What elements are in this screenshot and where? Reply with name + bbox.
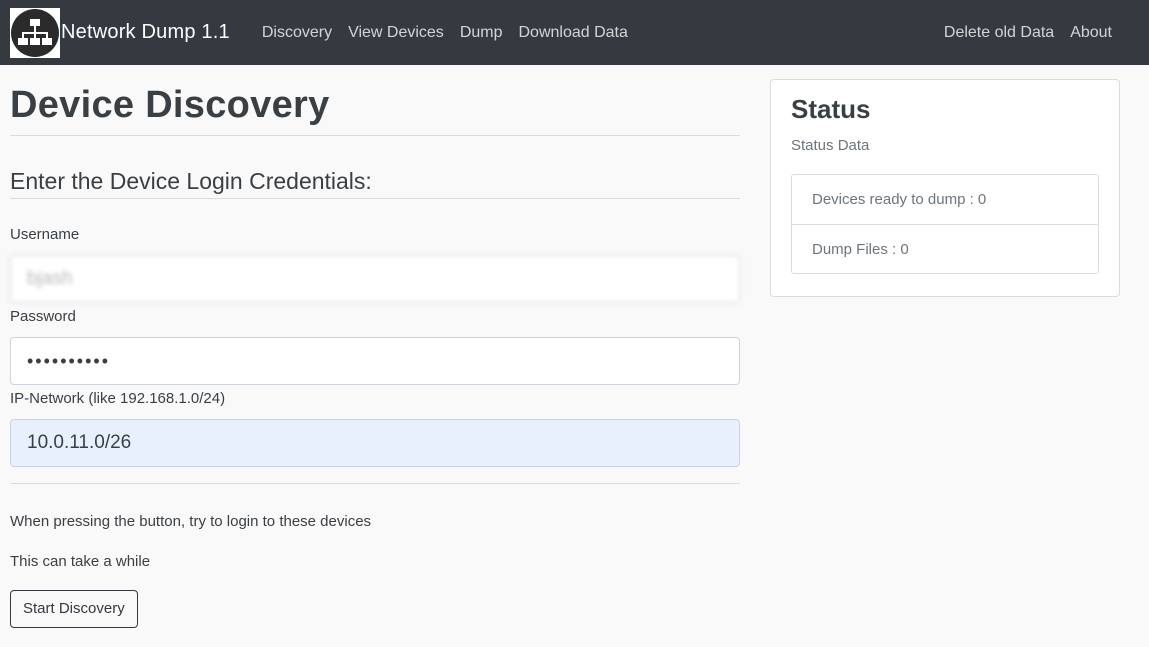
password-label: Password <box>10 308 76 325</box>
form-divider <box>10 483 740 484</box>
start-discovery-button[interactable]: Start Discovery <box>10 590 138 628</box>
status-dump-files: Dump Files : 0 <box>792 224 1098 273</box>
page-title: Device Discovery <box>10 84 330 126</box>
top-navbar: Network Dump 1.1 Discovery View Devices … <box>0 0 1149 65</box>
info-text-duration: This can take a while <box>10 553 151 570</box>
nav-left-links: Discovery View Devices Dump Download Dat… <box>254 24 636 42</box>
nav-link-discovery[interactable]: Discovery <box>254 24 340 42</box>
username-input[interactable] <box>10 255 740 303</box>
nav-right-links: Delete old Data About <box>936 24 1120 42</box>
brand-link[interactable]: Network Dump 1.1 <box>10 0 230 65</box>
section-divider <box>10 198 740 199</box>
status-title: Status <box>791 94 871 124</box>
info-text-login: When pressing the button, try to login t… <box>10 513 372 530</box>
status-subtitle: Status Data <box>791 137 870 154</box>
username-label: Username <box>10 226 80 243</box>
nav-link-delete-old-data[interactable]: Delete old Data <box>936 24 1062 42</box>
status-list: Devices ready to dump : 0 Dump Files : 0 <box>791 174 1099 274</box>
credentials-heading: Enter the Device Login Credentials: <box>10 168 372 194</box>
ip-network-label: IP-Network (like 192.168.1.0/24) <box>10 390 226 407</box>
discovery-form-area: Device Discovery Enter the Device Login … <box>10 65 740 628</box>
nav-link-download-data[interactable]: Download Data <box>511 24 636 42</box>
password-input[interactable] <box>10 337 740 385</box>
title-divider <box>10 135 740 136</box>
network-topology-icon <box>10 7 60 58</box>
brand-name: Network Dump 1.1 <box>61 21 230 43</box>
nav-link-about[interactable]: About <box>1062 24 1120 42</box>
nav-link-view-devices[interactable]: View Devices <box>340 24 452 42</box>
status-devices-ready: Devices ready to dump : 0 <box>812 191 987 208</box>
ip-network-input[interactable] <box>10 419 740 467</box>
status-card: Status Status Data Devices ready to dump… <box>770 79 1120 297</box>
nav-link-dump[interactable]: Dump <box>452 24 511 42</box>
